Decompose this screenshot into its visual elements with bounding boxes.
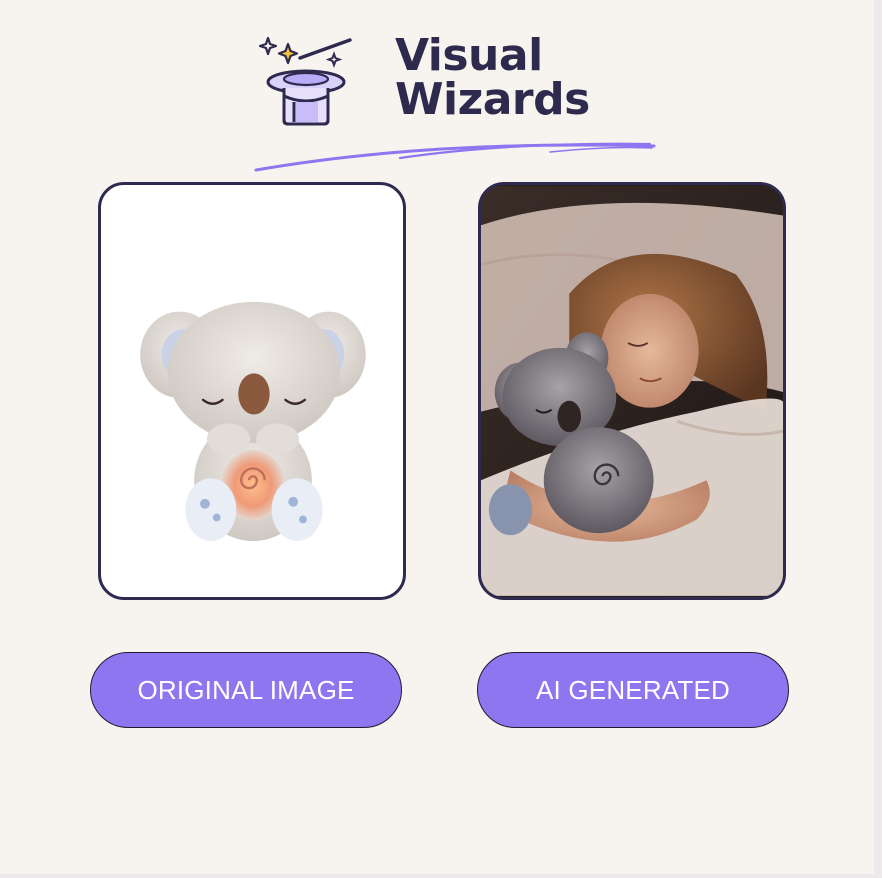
woman-sleeping-with-koala-plush-image (481, 186, 783, 596)
page-right-edge (874, 0, 882, 878)
brand-name: Visual Wizards (395, 34, 655, 122)
original-image-button[interactable]: ORIGINAL IMAGE (90, 652, 402, 728)
magic-hat-wand-icon (258, 36, 354, 128)
ai-generated-button[interactable]: AI GENERATED (477, 652, 789, 728)
brand-underline-swoosh (250, 136, 660, 176)
ai-generated-image-card (478, 182, 786, 600)
original-image-card (98, 182, 406, 600)
brand-name-line-1: Visual (395, 30, 543, 81)
page-bottom-edge (0, 874, 882, 878)
koala-plush-image (140, 301, 366, 542)
brand-name-line-2: Wizards (395, 74, 590, 125)
